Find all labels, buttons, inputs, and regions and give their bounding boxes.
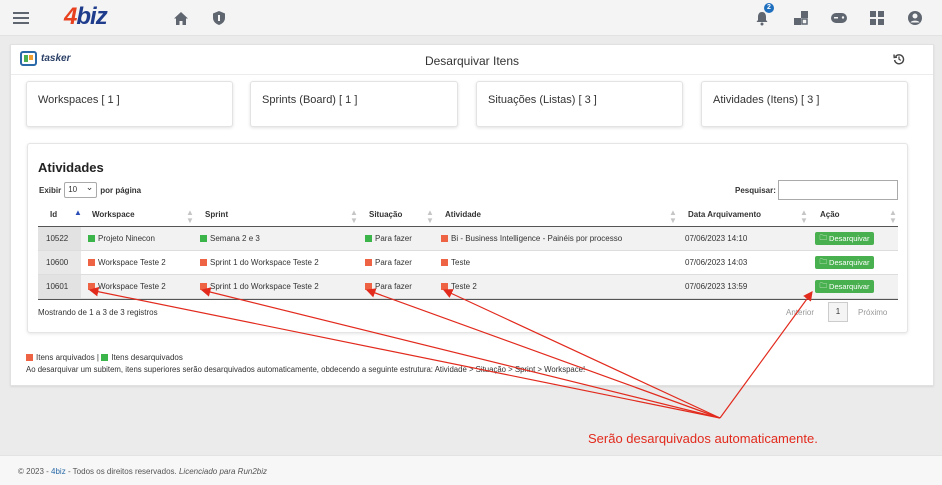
cell-sprint: Sprint 1 do Workspace Teste 2 [200,258,319,267]
status-square-red [441,283,448,290]
legend-archived-square [26,354,33,361]
cell-data: 07/06/2023 14:03 [685,258,748,267]
page-size-select[interactable]: 10 [64,182,98,198]
card-situacoes[interactable]: Situações (Listas) [ 3 ] [476,81,683,127]
status-square-red [88,283,95,290]
shield-icon[interactable] [209,8,229,28]
section-title: Atividades [38,160,104,175]
cell-workspace: Workspace Teste 2 [88,258,166,267]
sort-icon[interactable]: ▲ ▼ [889,209,897,225]
cell-id: 10600 [46,258,69,267]
table-row: 10522 Projeto Ninecon Semana 2 e 3 Para … [38,227,898,251]
card-workspaces[interactable]: Workspaces [ 1 ] [26,81,233,127]
cell-atividade: Bi - Business Intelligence - Painéis por… [441,234,622,243]
unarchive-button[interactable]: 🗀 Desarquivar [815,280,874,293]
cell-workspace: Projeto Ninecon [88,234,155,243]
pagination-next[interactable]: Próximo [858,308,887,317]
table-row: 10601 Workspace Teste 2 Sprint 1 do Work… [38,275,898,299]
sort-icon[interactable]: ▲ ▼ [800,209,808,225]
hamburger-menu-icon[interactable] [11,8,31,28]
cell-situacao: Para fazer [365,258,412,267]
footer-text: © 2023 - 4biz - Todos os direitos reserv… [18,467,268,476]
panel-header: tasker Desarquivar Itens [11,45,933,75]
legend: Itens arquivados | Itens desarquivados [26,353,183,362]
page-length-control: Exibir 10 por página [39,182,141,198]
sort-icon[interactable]: ▲ ▼ [350,209,358,225]
table-info: Mostrando de 1 a 3 de 3 registros [38,308,158,317]
legend-unarchived-square [101,354,109,361]
cell-data: 07/06/2023 13:59 [685,282,748,291]
status-square-red [441,235,448,242]
cell-id: 10522 [46,234,69,243]
notification-badge: 2 [764,3,774,13]
status-square-green [365,235,372,242]
status-square-green [88,235,95,242]
sort-asc-icon[interactable]: ▲ [74,209,82,217]
card-atividades[interactable]: Atividades (Itens) [ 3 ] [701,81,908,127]
status-square-red [441,259,448,266]
unarchive-note: Ao desarquivar um subitem, itens superio… [26,365,586,374]
col-header-data[interactable]: Data Arquivamento [688,210,761,219]
cell-sprint: Semana 2 e 3 [200,234,260,243]
cell-situacao: Para fazer [365,282,412,291]
user-account-icon[interactable] [905,8,925,28]
home-icon[interactable] [171,8,191,28]
status-square-red [365,259,372,266]
folder-icon: 🗀 [819,281,828,290]
cell-id: 10601 [46,282,69,291]
sort-icon[interactable]: ▲ ▼ [186,209,194,225]
footer-brand-link[interactable]: 4biz [51,467,66,476]
cell-atividade: Teste [441,258,470,267]
page-title: Desarquivar Itens [424,54,520,68]
cell-atividade: Teste 2 [441,282,477,291]
annotation-text: Serão desarquivados automaticamente. [588,431,818,446]
col-header-situacao[interactable]: Situação [369,210,402,219]
col-header-workspace[interactable]: Workspace [92,210,135,219]
cell-situacao: Para fazer [365,234,412,243]
card-sprints[interactable]: Sprints (Board) [ 1 ] [250,81,458,127]
unarchive-panel: tasker Desarquivar Itens Workspaces [ 1 … [10,44,934,386]
cell-sprint: Sprint 1 do Workspace Teste 2 [200,282,319,291]
search-label: Pesquisar: [735,186,776,195]
pagination-current-page[interactable]: 1 [828,302,848,322]
table-row: 10600 Workspace Teste 2 Sprint 1 do Work… [38,251,898,275]
status-square-red [200,283,207,290]
sort-icon[interactable]: ▲ ▼ [426,209,434,225]
apps-grid-icon[interactable] [867,8,887,28]
switch-apps-icon[interactable] [791,8,811,28]
brand-logo[interactable]: 4biz [64,3,108,31]
status-square-red [88,259,95,266]
top-bar: 4biz 2 [0,0,942,36]
sort-icon[interactable]: ▲ ▼ [669,209,677,225]
footer: © 2023 - 4biz - Todos os direitos reserv… [0,455,942,485]
history-icon[interactable] [893,53,907,67]
cell-data: 07/06/2023 14:10 [685,234,748,243]
status-square-red [200,259,207,266]
folder-icon: 🗀 [819,257,828,266]
search-input[interactable] [778,180,898,200]
unarchive-button[interactable]: 🗀 Desarquivar [815,256,874,269]
status-square-green [200,235,207,242]
col-header-id[interactable]: Id [50,210,57,219]
col-header-acao: Ação [820,210,840,219]
atividades-section: Atividades Exibir 10 por página Pesquisa… [27,143,908,333]
status-square-red [365,283,372,290]
gamepad-icon[interactable] [829,8,849,28]
col-header-sprint[interactable]: Sprint [205,210,228,219]
col-header-atividade[interactable]: Atividade [445,210,481,219]
cell-workspace: Workspace Teste 2 [88,282,166,291]
pagination-previous[interactable]: Anterior [786,308,814,317]
unarchive-button[interactable]: 🗀 Desarquivar [815,232,874,245]
table-bottom-divider [38,299,898,300]
folder-icon: 🗀 [819,233,828,242]
